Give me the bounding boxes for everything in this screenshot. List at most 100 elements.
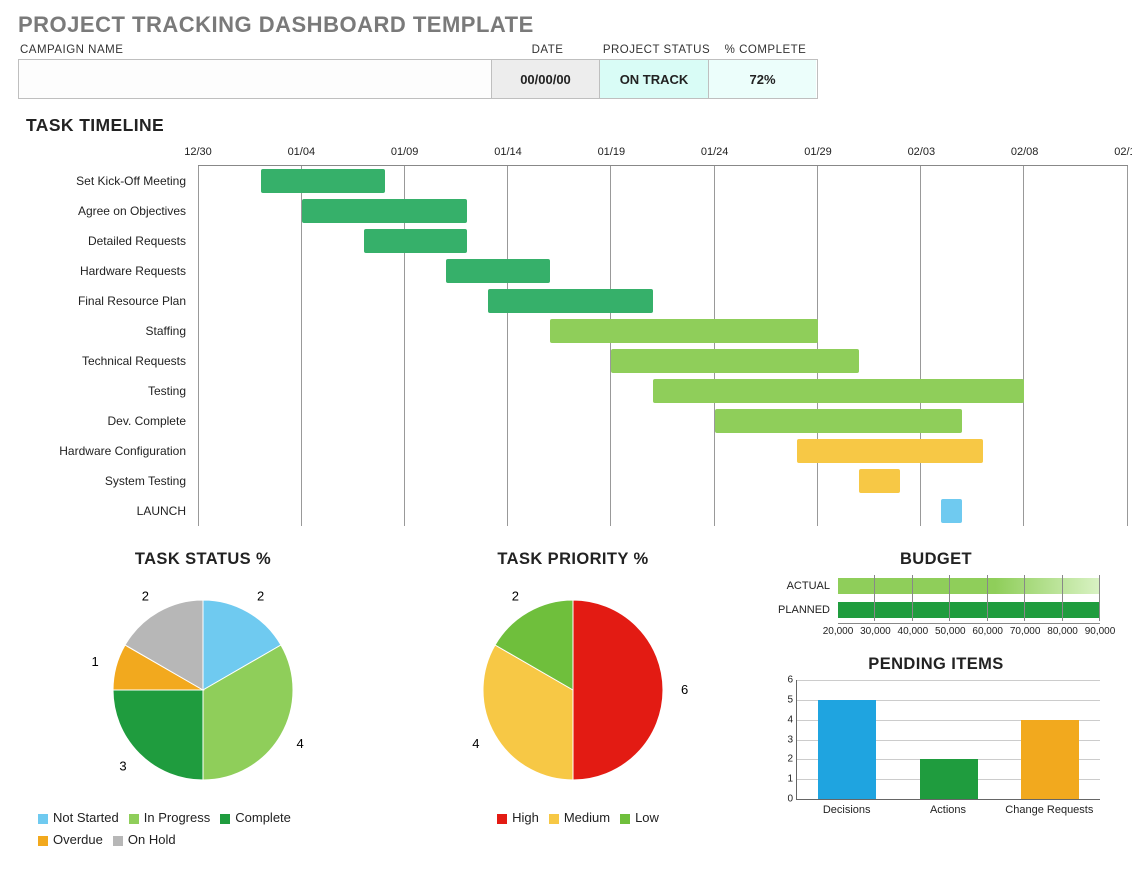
pie-slice-label: 2 (257, 588, 264, 603)
task-status-legend: Not StartedIn ProgressCompleteOverdueOn … (28, 807, 378, 851)
pie-slice-label: 4 (472, 736, 479, 751)
legend-swatch (549, 814, 559, 824)
pending-bar (920, 759, 978, 799)
gantt-task-row (198, 256, 1128, 286)
gantt-task-row (198, 406, 1128, 436)
gantt-task-label: Set Kick-Off Meeting (18, 166, 198, 196)
pending-bar (1021, 720, 1079, 799)
gantt-bar (364, 229, 467, 253)
campaign-name-cell[interactable] (19, 60, 491, 98)
gantt-bar (446, 259, 549, 283)
task-priority-legend: HighMediumLow (398, 807, 748, 829)
gantt-bar (261, 169, 385, 193)
gantt-tick: 01/24 (701, 146, 729, 158)
date-cell[interactable]: 00/00/00 (491, 60, 599, 98)
legend-item: Low (610, 810, 659, 825)
gantt-task-label: Hardware Requests (18, 256, 198, 286)
header-labels-row: CAMPAIGN NAME DATE PROJECT STATUS % COMP… (18, 44, 1114, 59)
gantt-tick: 01/19 (598, 146, 626, 158)
gantt-task-label: Staffing (18, 316, 198, 346)
legend-item: Not Started (28, 810, 119, 825)
gantt-chart: 12/30 01/04 01/09 01/14 01/19 01/24 01/29 02/03… (18, 144, 1114, 526)
gantt-axis: 12/3001/0401/0901/1401/1901/2401/2902/03… (198, 144, 1128, 166)
budget-chart: ACTUALPLANNED 20,00030,00040,00050,00060… (768, 575, 1104, 641)
budget-row-label: PLANNED (768, 604, 838, 616)
gantt-task-label: Testing (18, 376, 198, 406)
legend-swatch (497, 814, 507, 824)
budget-title: BUDGET (768, 550, 1104, 569)
legend-swatch (620, 814, 630, 824)
gantt-tick: 12/30 (184, 146, 212, 158)
task-status-pie: 24312 (73, 575, 333, 795)
gantt-bar (302, 199, 467, 223)
pie-slice-label: 3 (119, 758, 126, 773)
gantt-task-row (198, 376, 1128, 406)
legend-item: Overdue (28, 832, 103, 847)
gantt-bar (941, 499, 962, 523)
gantt-bar (488, 289, 653, 313)
task-priority-title: TASK PRIORITY % (398, 550, 748, 569)
gantt-task-row (198, 226, 1128, 256)
gantt-bar (550, 319, 818, 343)
gantt-tick: 01/14 (494, 146, 522, 158)
gantt-task-label: LAUNCH (18, 496, 198, 526)
pending-x-label: Actions (897, 804, 998, 816)
pie-slice-label: 1 (91, 654, 98, 669)
budget-bar (838, 578, 1100, 594)
legend-swatch (113, 836, 123, 846)
pending-x-label: Decisions (796, 804, 897, 816)
pending-y-tick: 2 (777, 754, 793, 765)
pending-y-tick: 3 (777, 734, 793, 745)
budget-tick: 50,000 (935, 626, 966, 637)
pct-complete-cell[interactable]: 72% (708, 60, 816, 98)
gantt-tick: 01/29 (804, 146, 832, 158)
pending-y-tick: 6 (777, 675, 793, 686)
gantt-task-row (198, 346, 1128, 376)
task-priority-panel: TASK PRIORITY % 642 HighMediumLow (388, 546, 758, 855)
status-cell[interactable]: ON TRACK (599, 60, 708, 98)
legend-swatch (220, 814, 230, 824)
gantt-task-label: Technical Requests (18, 346, 198, 376)
pending-items-panel: PENDING ITEMS 0 1 2 3 4 5 6 DecisionsActionsCh… (768, 655, 1104, 816)
gantt-tick: 01/04 (288, 146, 316, 158)
gantt-bar (653, 379, 1024, 403)
gantt-task-row (198, 196, 1128, 226)
gantt-tick: 01/09 (391, 146, 419, 158)
budget-tick: 60,000 (972, 626, 1003, 637)
pending-items-title: PENDING ITEMS (768, 655, 1104, 674)
gantt-tick: 02/03 (908, 146, 936, 158)
task-timeline-title: TASK TIMELINE (26, 115, 1114, 136)
gantt-bar (859, 469, 900, 493)
pending-y-tick: 1 (777, 774, 793, 785)
budget-row-label: ACTUAL (768, 580, 838, 592)
gantt-task-row (198, 436, 1128, 466)
gantt-task-label: Detailed Requests (18, 226, 198, 256)
header-values-row: 00/00/00 ON TRACK 72% (18, 59, 818, 99)
pending-items-xlabels: DecisionsActionsChange Requests (796, 804, 1100, 816)
gantt-task-row (198, 466, 1128, 496)
gantt-task-label: Agree on Objectives (18, 196, 198, 226)
gantt-task-row (198, 166, 1128, 196)
task-priority-pie: 642 (443, 575, 703, 795)
task-status-title: TASK STATUS % (28, 550, 378, 569)
label-date: DATE (493, 44, 602, 56)
budget-tick: 80,000 (1047, 626, 1078, 637)
gantt-task-label: Final Resource Plan (18, 286, 198, 316)
pending-y-tick: 5 (777, 694, 793, 705)
legend-swatch (38, 814, 48, 824)
pie-slice-label: 2 (512, 588, 519, 603)
pending-y-tick: 4 (777, 714, 793, 725)
budget-tick: 90,000 (1085, 626, 1116, 637)
label-project-status: PROJECT STATUS (602, 44, 711, 56)
gantt-task-row (198, 286, 1128, 316)
pending-x-label: Change Requests (999, 804, 1100, 816)
budget-tick: 70,000 (1010, 626, 1041, 637)
legend-swatch (129, 814, 139, 824)
pie-slice-label: 2 (142, 588, 149, 603)
legend-swatch (38, 836, 48, 846)
budget-tick: 30,000 (860, 626, 891, 637)
gantt-task-row (198, 496, 1128, 526)
gantt-task-label: Hardware Configuration (18, 436, 198, 466)
page-title: PROJECT TRACKING DASHBOARD TEMPLATE (18, 12, 1114, 38)
pending-y-tick: 0 (777, 794, 793, 805)
